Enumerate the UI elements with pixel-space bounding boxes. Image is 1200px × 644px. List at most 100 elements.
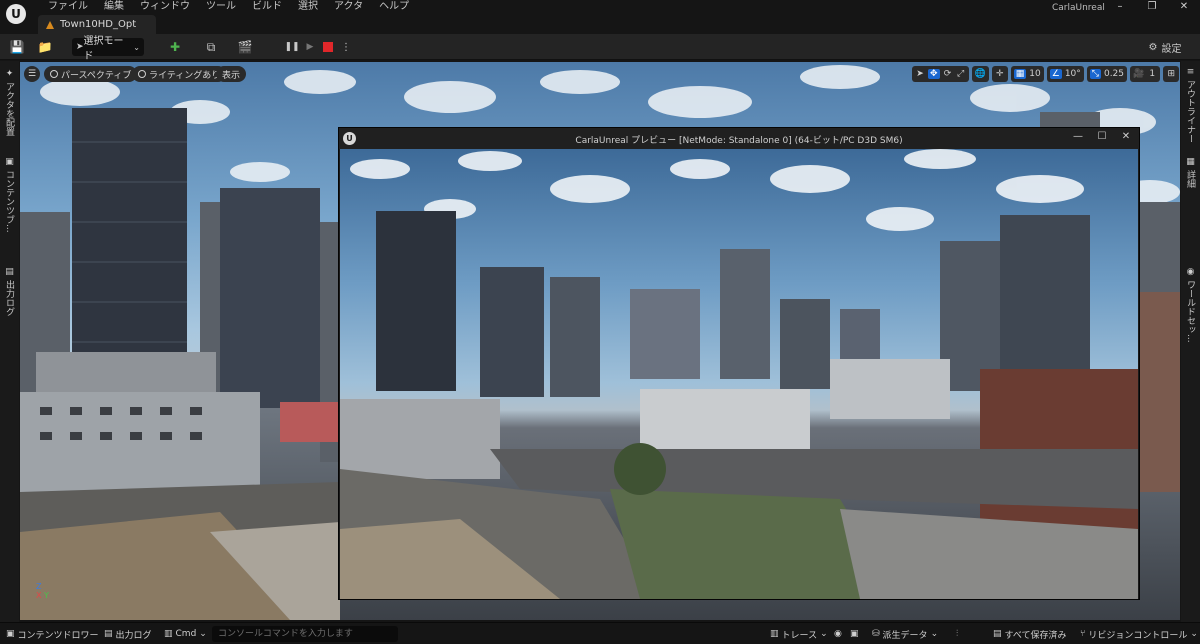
- game-view[interactable]: [340, 149, 1138, 599]
- menu-actor[interactable]: アクタ: [326, 0, 371, 14]
- tab-world-settings[interactable]: ◉ ワールドセッ...: [1181, 267, 1200, 343]
- game-city-image: [340, 149, 1138, 599]
- level-warning-icon: [46, 20, 54, 29]
- settings-button[interactable]: ⚙ 設定: [1140, 38, 1190, 56]
- viewport-layout[interactable]: ⊞: [1163, 66, 1180, 82]
- level-tab-label: Town10HD_Opt: [60, 19, 137, 30]
- play-controls: ❚❚ ▶ ⋮: [284, 38, 354, 56]
- screenshot-icon[interactable]: ▣: [850, 627, 859, 641]
- browse-icon[interactable]: 📁: [36, 38, 54, 56]
- layout-icon: ⊞: [1167, 69, 1175, 79]
- tab-place-actors[interactable]: ✦ アクタを配置: [0, 69, 19, 136]
- chevron-down-icon: ⌄: [820, 629, 828, 639]
- surface-snap[interactable]: ✛: [991, 66, 1008, 82]
- stop-icon: [323, 42, 333, 52]
- trace-dropdown[interactable]: ▥ トレース ⌄: [770, 627, 828, 641]
- preview-title: CarlaUnreal プレビュー [NetMode: Standalone 0…: [575, 136, 903, 146]
- source-control-icon[interactable]: ⫶: [956, 627, 958, 641]
- camera-speed-value: 1: [1149, 69, 1156, 79]
- perspective-button[interactable]: パースペクティブ: [44, 66, 138, 82]
- more-options-icon[interactable]: ⋮: [338, 38, 354, 56]
- menu-file[interactable]: ファイル: [40, 0, 96, 14]
- menu-help[interactable]: ヘルプ: [371, 0, 417, 14]
- menu-edit[interactable]: 編集: [96, 0, 132, 14]
- camera-icon: 🎥: [1133, 69, 1145, 79]
- pause-icon[interactable]: ❚❚: [284, 38, 300, 56]
- select-tool-icon[interactable]: ➤: [915, 69, 925, 79]
- tab-outliner[interactable]: ≡ アウトライナー: [1181, 67, 1200, 143]
- rotation-snap-value: 10°: [1064, 69, 1081, 79]
- world-settings-icon: ◉: [1186, 267, 1195, 277]
- select-mode-dropdown[interactable]: ➤ 選択モード ⌄: [72, 36, 144, 62]
- world-local-toggle[interactable]: 🌐: [971, 66, 989, 82]
- viewport-transform-toolbar: ➤ ✥ ⟳ ⤢ 🌐 ✛ ▦ 10 ∠ 10° ⤡ 0.25 🎥 1 ⊞: [912, 66, 1180, 82]
- cmd-icon: ▥: [164, 629, 173, 639]
- cursor-icon: ➤: [76, 42, 84, 52]
- add-actor-icon[interactable]: ✚: [166, 38, 184, 56]
- grid-snap[interactable]: ▦ 10: [1010, 66, 1044, 82]
- move-tool-icon[interactable]: ✥: [928, 69, 940, 79]
- preview-window-controls: — ☐ ✕: [1071, 131, 1133, 142]
- status-bar: ▣ コンテンツドロワー ▤ 出力ログ ▥ Cmd ⌄ ▥ トレース ⌄ ◉ ▣ …: [0, 622, 1200, 644]
- axis-gizmo: Z X Y: [36, 582, 49, 600]
- menu-build[interactable]: ビルド: [244, 0, 290, 14]
- output-log-button[interactable]: ▤ 出力ログ: [104, 627, 152, 641]
- axis-z: Z: [36, 582, 42, 591]
- chevron-down-icon: ⌄: [199, 629, 207, 639]
- stop-button[interactable]: [320, 38, 336, 56]
- preview-minimize-button[interactable]: —: [1071, 131, 1085, 142]
- scale-snap-value: 0.25: [1103, 69, 1125, 79]
- menu-window[interactable]: ウィンドウ: [132, 0, 198, 14]
- preview-maximize-button[interactable]: ☐: [1095, 131, 1109, 142]
- surface-snap-icon: ✛: [995, 69, 1004, 79]
- content-drawer-button[interactable]: ▣ コンテンツドロワー: [6, 627, 99, 641]
- lighting-button[interactable]: ライティングあり: [132, 66, 227, 82]
- right-side-panel: ≡ アウトライナー ▦ 詳細 ◉ ワールドセッ...: [1181, 61, 1200, 622]
- revision-control-dropdown[interactable]: ⑂ リビジョンコントロール ⌄: [1080, 627, 1198, 641]
- save-all-button[interactable]: ▤ すべて保存済み: [993, 627, 1067, 641]
- menu-tools[interactable]: ツール: [198, 0, 244, 14]
- axis-x: X: [36, 591, 42, 600]
- save-all-icon: ▤: [993, 629, 1002, 639]
- cinematics-icon[interactable]: 🎬: [236, 38, 254, 56]
- step-icon[interactable]: ▶: [302, 38, 318, 56]
- minimize-button[interactable]: –: [1104, 0, 1136, 16]
- console-command-input[interactable]: [212, 626, 398, 642]
- content-drawer-icon: ▣: [6, 629, 15, 639]
- chevron-down-icon: ⌄: [133, 42, 140, 52]
- main-menu: ファイル 編集 ウィンドウ ツール ビルド 選択 アクタ ヘルプ: [40, 0, 417, 14]
- scale-snap[interactable]: ⤡ 0.25: [1086, 66, 1128, 82]
- output-log-icon: ▤: [104, 629, 113, 639]
- cmd-label: Cmd: [175, 629, 197, 639]
- rotate-tool-icon[interactable]: ⟳: [943, 69, 953, 79]
- restore-button[interactable]: ❐: [1136, 0, 1168, 16]
- preview-title-bar[interactable]: U CarlaUnreal プレビュー [NetMode: Standalone…: [339, 128, 1139, 149]
- tab-details[interactable]: ▦ 詳細: [1181, 157, 1200, 188]
- record-icon[interactable]: ◉: [834, 627, 842, 641]
- content-browser-icon: ▣: [5, 157, 14, 167]
- camera-speed[interactable]: 🎥 1: [1130, 66, 1161, 82]
- derived-data-dropdown[interactable]: ⛁ 派生データ ⌄: [872, 627, 938, 641]
- tab-output-log[interactable]: ▤ 出力ログ: [0, 267, 19, 316]
- cmd-dropdown[interactable]: ▥ Cmd ⌄: [164, 627, 207, 641]
- rotation-snap[interactable]: ∠ 10°: [1046, 66, 1084, 82]
- show-button[interactable]: 表示: [216, 66, 247, 82]
- globe-icon: 🌐: [974, 69, 986, 79]
- scale-snap-icon: ⤡: [1089, 69, 1101, 79]
- save-icon[interactable]: 💾: [8, 38, 26, 56]
- settings-label: 設定: [1161, 43, 1182, 55]
- preview-close-button[interactable]: ✕: [1119, 131, 1133, 142]
- details-icon: ▦: [1186, 157, 1195, 167]
- lighting-icon: [138, 70, 146, 78]
- menu-select[interactable]: 選択: [290, 0, 326, 14]
- close-button[interactable]: ✕: [1168, 0, 1200, 16]
- viewport-menu-button[interactable]: ☰: [24, 66, 40, 82]
- tab-content-browser[interactable]: ▣ コンテンツブ...: [0, 157, 19, 233]
- blueprint-icon[interactable]: ⧉: [202, 38, 220, 56]
- derived-data-icon: ⛁: [872, 629, 880, 639]
- play-preview-window[interactable]: U CarlaUnreal プレビュー [NetMode: Standalone…: [338, 127, 1140, 600]
- scale-tool-icon[interactable]: ⤢: [956, 69, 966, 79]
- left-side-panel: ✦ アクタを配置 ▣ コンテンツブ... ▤ 出力ログ: [0, 61, 19, 622]
- tab-output-log-label: 出力ログ: [4, 280, 14, 316]
- tab-outliner-label: アウトライナー: [1185, 80, 1195, 143]
